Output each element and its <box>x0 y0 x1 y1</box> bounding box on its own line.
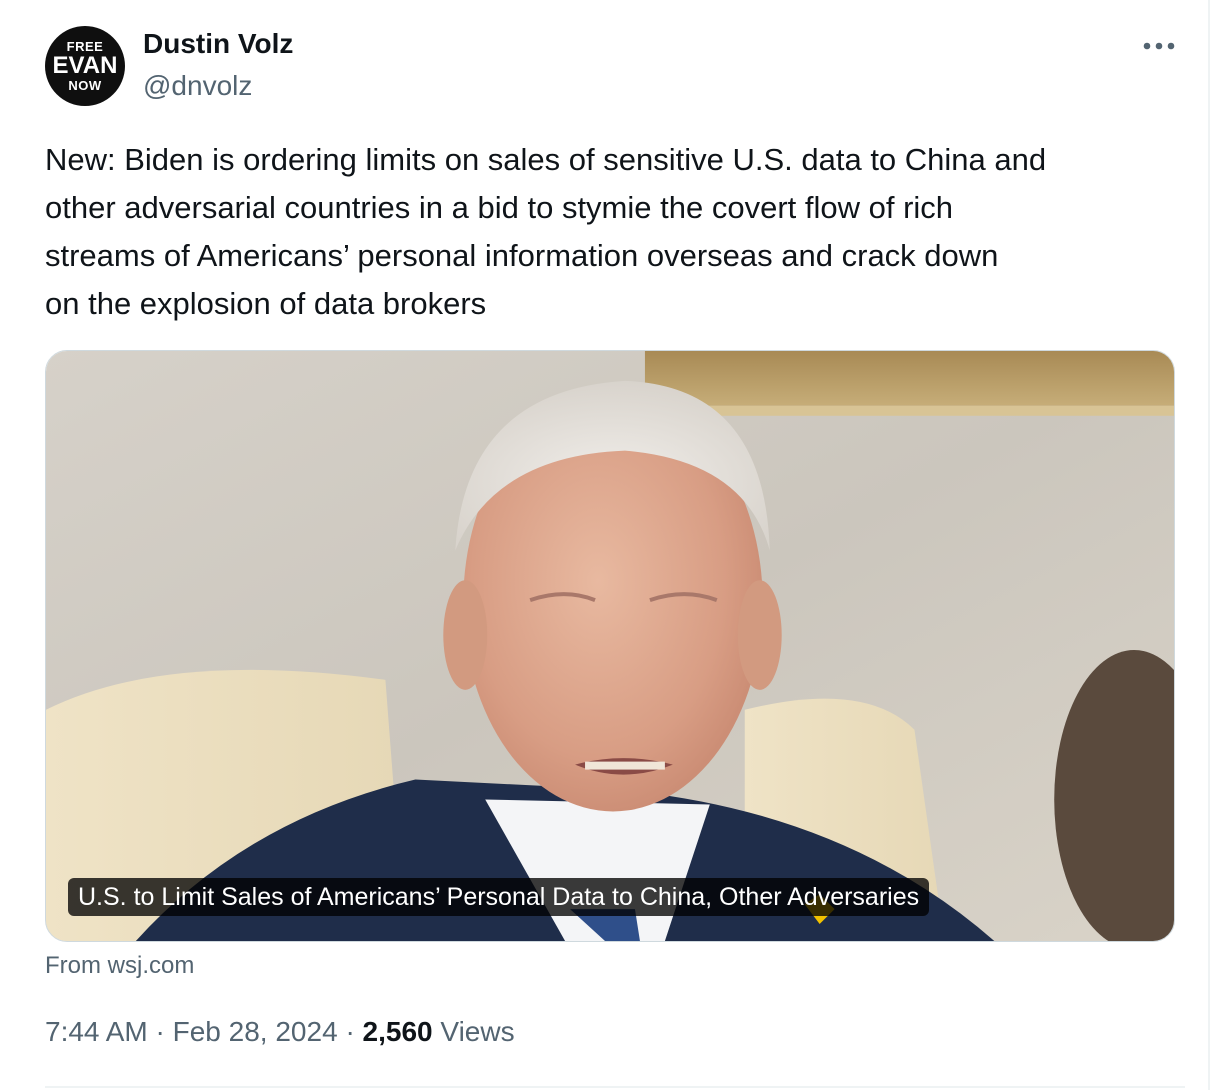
views-label: Views <box>440 1016 515 1047</box>
tweet-meta: 7:44 AM · Feb 28, 2024 · 2,560 Views <box>45 1016 515 1048</box>
meta-separator: · <box>345 1016 355 1047</box>
divider <box>45 1086 1185 1088</box>
link-card[interactable]: U.S. to Limit Sales of Americans’ Person… <box>45 350 1175 942</box>
avatar[interactable]: FREE EVAN NOW <box>45 26 125 106</box>
article-photo <box>46 351 1174 941</box>
tweet-time[interactable]: 7:44 AM <box>45 1016 148 1047</box>
tweet-text: New: Biden is ordering limits on sales o… <box>45 142 1047 321</box>
more-horizontal-icon <box>1143 42 1175 50</box>
more-options-button[interactable] <box>1136 28 1182 64</box>
meta-separator: · <box>155 1016 165 1047</box>
author-handle[interactable]: @dnvolz <box>143 70 252 102</box>
avatar-text-line-3: NOW <box>68 78 102 93</box>
card-source[interactable]: From wsj.com <box>45 952 194 980</box>
tweet[interactable]: FREE EVAN NOW Dustin Volz @dnvolz New: B… <box>0 0 1210 1090</box>
author-display-name[interactable]: Dustin Volz <box>143 28 293 60</box>
card-headline: U.S. to Limit Sales of Americans’ Person… <box>68 878 930 916</box>
avatar-text-line-2: EVAN <box>52 52 118 79</box>
views-count: 2,560 <box>362 1016 433 1047</box>
tweet-date[interactable]: Feb 28, 2024 <box>173 1016 338 1047</box>
